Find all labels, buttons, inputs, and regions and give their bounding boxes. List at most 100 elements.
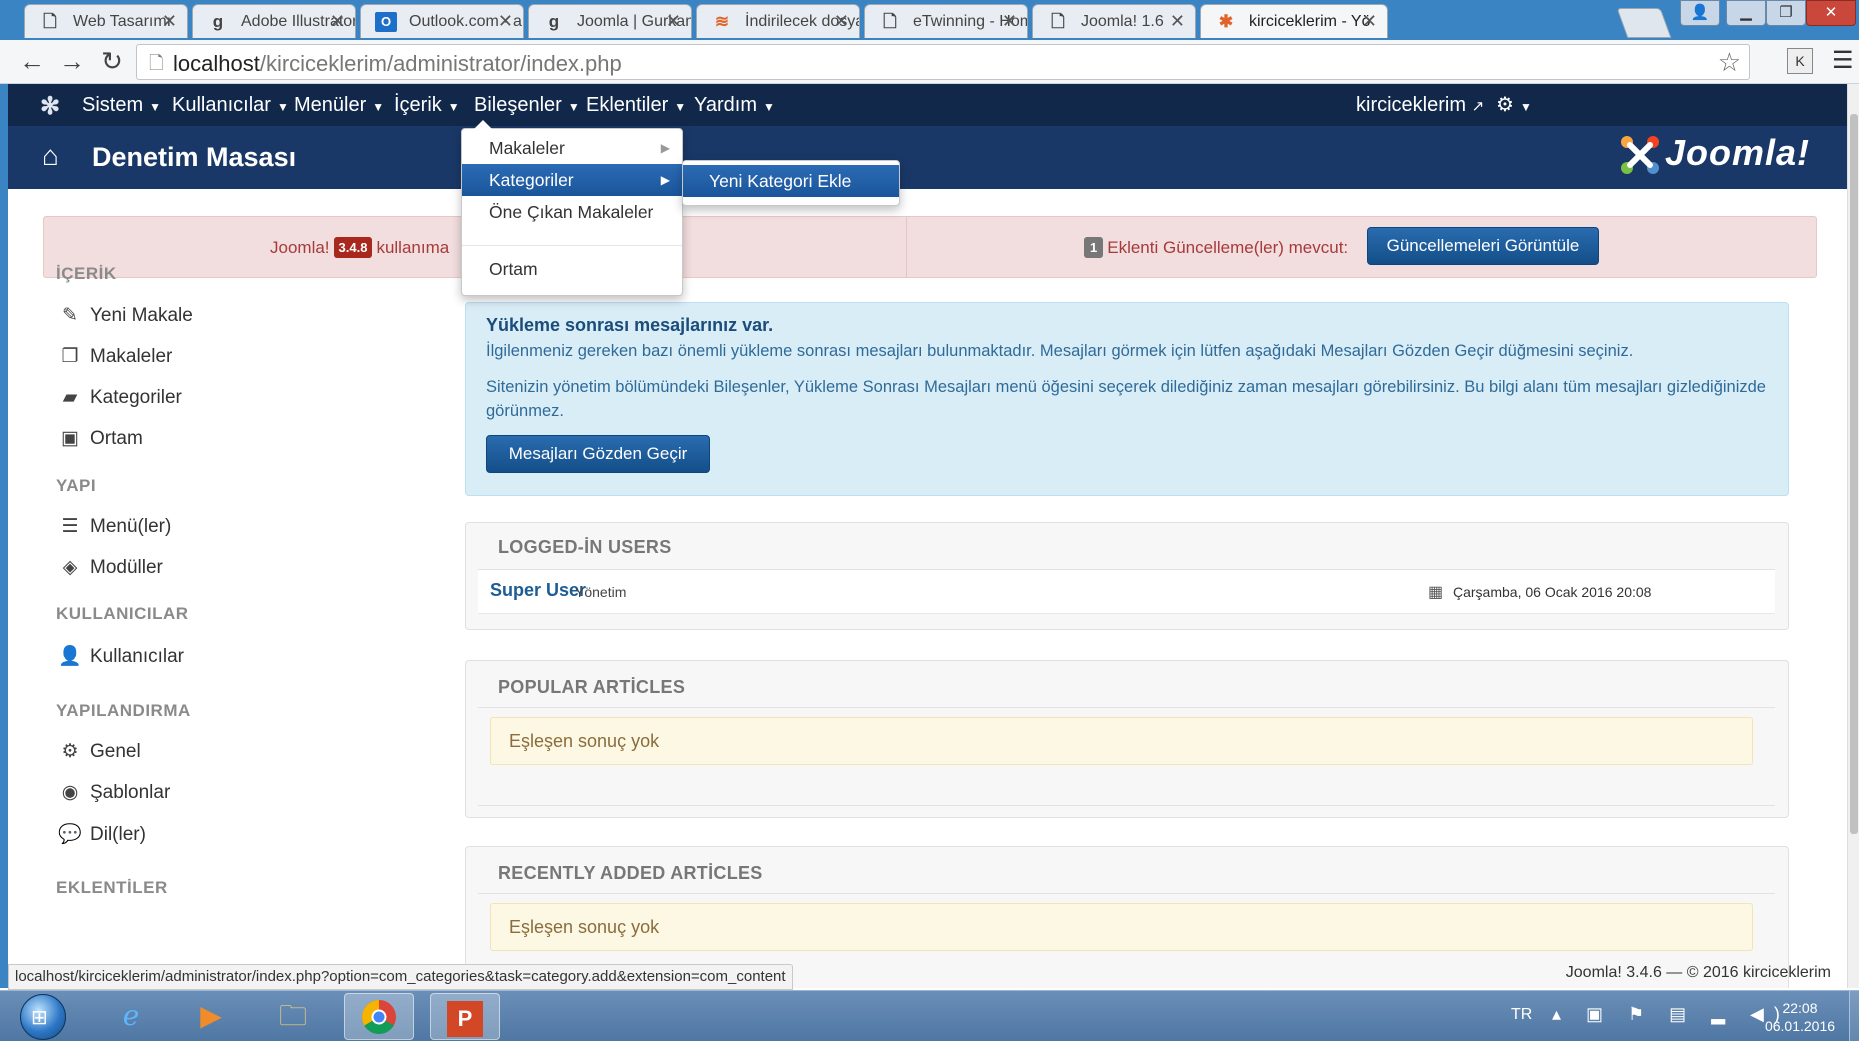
menu-label: Kullanıcılar: [172, 94, 271, 116]
joomla-menu-icon[interactable]: ✻: [40, 92, 60, 121]
sidebar-heading: EKLENTİLER: [56, 878, 168, 897]
dropdown-item-label: Kategoriler: [489, 170, 574, 190]
chrome-icon[interactable]: [344, 993, 414, 1040]
back-icon[interactable]: ←: [16, 46, 48, 78]
windows-logo-icon: ⊞: [31, 1007, 48, 1029]
browser-tab-bar: 🗋 Web Tasarımı ✕ g Adobe Illustrator ✕ O…: [0, 0, 1859, 40]
user-role: Yönetim: [575, 584, 627, 600]
scrollbar-thumb[interactable]: [1850, 114, 1858, 834]
browser-tab-active[interactable]: ✱ kirciceklerim - Yö ✕: [1200, 4, 1388, 38]
list-icon: ☰: [61, 516, 79, 537]
start-button[interactable]: ⊞: [20, 994, 66, 1040]
close-window-button[interactable]: ✕: [1806, 0, 1856, 26]
system-tray-icons[interactable]: ▴ ▣ ⚑ ▤ ▂ ◀): [1552, 1004, 1790, 1025]
internet-explorer-icon[interactable]: ℯ: [96, 993, 166, 1040]
dropdown-item-one-cikan[interactable]: Öne Çıkan Makaleler: [462, 196, 682, 228]
file-explorer-icon[interactable]: 🗀: [258, 993, 328, 1040]
dropdown-arrow: [474, 120, 492, 129]
dropdown-divider: [462, 245, 682, 246]
new-tab-button[interactable]: [1616, 8, 1672, 38]
forward-icon[interactable]: →: [56, 46, 88, 78]
sidebar-heading: KULLANICILAR: [56, 604, 189, 623]
menu-kullanicilar[interactable]: Kullanıcılar ▼: [172, 84, 289, 126]
extension-update-text: Eklenti Güncelleme(ler) mevcut:: [1107, 238, 1349, 257]
address-bar[interactable]: 🗋 localhost/kirciceklerim/administrator/…: [136, 44, 1750, 80]
sidebar-item-label: Şablonlar: [90, 782, 171, 803]
maximize-button[interactable]: ❐: [1766, 0, 1806, 26]
tab-title: kirciceklerim - Yö: [1249, 13, 1371, 30]
browser-tab[interactable]: 🗋 Joomla! 1.6 ✕: [1032, 4, 1196, 38]
clock[interactable]: 22:08 06.01.2016: [1760, 999, 1840, 1035]
dropdown-item-ortam[interactable]: Ortam: [462, 253, 682, 285]
sidebar-item-menuler[interactable]: ☰ Menü(ler): [56, 515, 171, 538]
close-icon[interactable]: ✕: [330, 11, 345, 32]
extension-icon[interactable]: K: [1787, 48, 1813, 74]
reload-icon[interactable]: ↻: [96, 46, 128, 78]
dropdown-item-kategoriler[interactable]: Kategoriler ▶: [462, 164, 682, 196]
close-icon[interactable]: ✕: [1170, 11, 1185, 32]
caret-down-icon: ▼: [149, 100, 162, 114]
g-icon: g: [212, 12, 224, 31]
submenu-item-yeni-kategori[interactable]: Yeni Kategori Ekle: [683, 165, 899, 197]
menu-menuler[interactable]: Menüler ▼: [294, 84, 384, 126]
site-link[interactable]: kirciceklerim ↗: [1356, 84, 1484, 126]
postinstall-title: Yükleme sonrası mesajlarınız var.: [486, 315, 774, 335]
panel-title: POPULAR ARTİCLES: [498, 677, 686, 697]
bookmark-star-icon[interactable]: ☆: [1718, 47, 1741, 78]
sidebar-item-yeni-makale[interactable]: ✎ Yeni Makale: [56, 304, 193, 327]
sidebar-item-diller[interactable]: 💬 Dil(ler): [56, 822, 146, 846]
postinstall-text: Sitenizin yönetim bölümündeki Bileşenler…: [486, 378, 1766, 420]
sidebar-item-kategoriler[interactable]: ▰ Kategoriler: [56, 386, 182, 409]
divider: [478, 805, 1775, 806]
media-player-icon[interactable]: ▶: [176, 993, 246, 1040]
sidebar-item-label: Dil(ler): [90, 824, 146, 845]
close-icon[interactable]: ✕: [1002, 11, 1017, 32]
url-host: localhost: [173, 51, 260, 76]
language-indicator[interactable]: TR: [1511, 1006, 1532, 1024]
view-updates-button[interactable]: Güncellemeleri Görüntüle: [1367, 227, 1599, 265]
sidebar-item-kullanicilar[interactable]: 👤 Kullanıcılar: [56, 644, 184, 668]
sidebar-item-sablonlar[interactable]: ◉ Şablonlar: [56, 781, 171, 804]
menu-eklentiler[interactable]: Eklentiler ▼: [586, 84, 686, 126]
close-icon[interactable]: ✕: [834, 11, 849, 32]
browser-tab[interactable]: g Adobe Illustrator ✕: [192, 4, 356, 38]
menu-label: Eklentiler: [586, 94, 669, 116]
menu-icerik[interactable]: İçerik ▼: [394, 84, 460, 126]
sidebar-item-moduller[interactable]: ◈ Modüller: [56, 556, 163, 579]
menu-yardim[interactable]: Yardım ▼: [694, 84, 775, 126]
postinstall-text: İlgilenmeniz gereken bazı önemli yükleme…: [486, 342, 1634, 360]
review-messages-button[interactable]: Mesajları Gözden Geçir: [486, 435, 710, 473]
dropdown-item-makaleler[interactable]: Makaleler ▶: [462, 132, 682, 164]
page-scrollbar[interactable]: [1847, 84, 1859, 988]
browser-tab[interactable]: g Joomla | Gurkanc ✕: [528, 4, 692, 38]
browser-tab[interactable]: O Outlook.com - ah ✕: [360, 4, 524, 38]
close-icon[interactable]: ✕: [498, 11, 513, 32]
close-icon[interactable]: ✕: [162, 11, 177, 32]
dropdown-item-label: Makaleler: [489, 138, 565, 158]
joomla-wordmark: Joomla!: [1665, 132, 1811, 173]
powerpoint-icon[interactable]: P: [430, 993, 500, 1040]
browser-tab[interactable]: 🗋 Web Tasarımı ✕: [24, 4, 188, 38]
folder-icon: ▰: [62, 387, 78, 408]
sidebar-heading: YAPILANDIRMA: [56, 701, 191, 720]
extension-update-alert: 1 Eklenti Güncelleme(ler) mevcut:: [1084, 237, 1348, 258]
browser-tab[interactable]: ≋ İndirilecek dosya ✕: [696, 4, 860, 38]
profile-button[interactable]: 👤: [1680, 0, 1720, 26]
no-results-alert: Eşleşen sonuç yok: [490, 903, 1753, 951]
user-link[interactable]: Super User: [490, 580, 586, 601]
panel-title: RECENTLY ADDED ARTİCLES: [498, 863, 763, 883]
close-icon[interactable]: ✕: [666, 11, 681, 32]
close-icon[interactable]: ✕: [1362, 11, 1377, 32]
minimize-button[interactable]: ▁: [1726, 0, 1766, 26]
browser-menu-icon[interactable]: ☰: [1832, 46, 1854, 75]
caret-down-icon: ▼: [1519, 100, 1532, 114]
show-desktop-button[interactable]: [1849, 991, 1859, 1041]
eye-icon: ◉: [61, 782, 79, 803]
sidebar-item-makaleler[interactable]: ❐ Makaleler: [56, 345, 172, 368]
menu-sistem[interactable]: Sistem ▼: [82, 84, 161, 126]
sidebar-item-genel[interactable]: ⚙ Genel: [56, 740, 140, 763]
sidebar-item-ortam[interactable]: ▣ Ortam: [56, 427, 143, 450]
browser-tab[interactable]: 🗋 eTwinning - Hom ✕: [864, 4, 1028, 38]
user-settings-menu[interactable]: ⚙ ▼: [1496, 84, 1532, 126]
image-icon: ▣: [61, 428, 79, 449]
